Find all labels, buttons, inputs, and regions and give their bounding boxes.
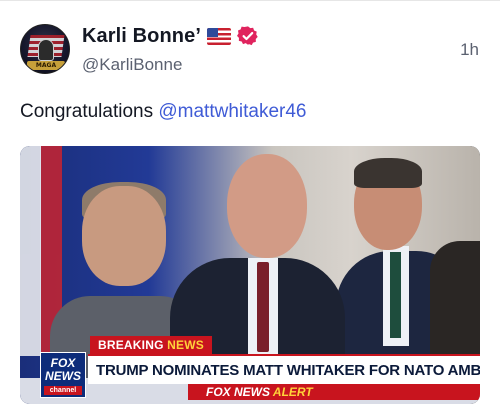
headline-bar: TRUMP NOMINATES MATT WHITAKER FOR NATO A… <box>88 354 480 384</box>
author-handle[interactable]: @KarliBonne <box>82 55 182 75</box>
breaking-word: BREAKING <box>98 338 164 352</box>
person-right-tie <box>390 252 401 338</box>
post-timestamp[interactable]: 1h <box>460 40 479 60</box>
us-flag-icon <box>207 27 231 45</box>
person-center-head <box>227 154 307 258</box>
breaking-news-tag: BREAKING NEWS <box>90 336 212 354</box>
author-display-name[interactable]: Karli Bonne’ <box>82 25 201 48</box>
verified-badge-icon <box>237 26 258 46</box>
person-right-hair <box>354 158 422 188</box>
logo-line-news: NEWS <box>45 369 81 383</box>
fox-news-logo: FOX NEWS channel <box>40 352 86 398</box>
avatar[interactable]: MAGA <box>20 24 70 74</box>
top-divider <box>0 0 500 1</box>
alert-text: FOX NEWS ALERT <box>206 385 313 399</box>
news-word: NEWS <box>167 338 204 352</box>
alert-brand: FOX NEWS <box>206 385 271 399</box>
tweet-text-body: Congratulations <box>20 101 159 122</box>
avatar-figure-graphic <box>38 39 54 61</box>
alert-word: ALERT <box>272 385 313 399</box>
alert-bar: FOX NEWS ALERT <box>188 384 480 400</box>
logo-line-channel: channel <box>44 386 82 395</box>
avatar-label: MAGA <box>27 61 65 70</box>
chyron-headline: TRUMP NOMINATES MATT WHITAKER FOR NATO A… <box>96 362 480 379</box>
person-left-head <box>82 186 166 286</box>
news-chyron: BREAKING NEWS TRUMP NOMINATES MATT WHITA… <box>20 332 480 404</box>
author-name-row: Karli Bonne’ <box>82 24 259 48</box>
tweet-text: Congratulations @mattwhitaker46 <box>20 101 307 123</box>
tweet-media-image[interactable]: BREAKING NEWS TRUMP NOMINATES MATT WHITA… <box>20 146 480 404</box>
mention-link[interactable]: @mattwhitaker46 <box>158 101 306 122</box>
